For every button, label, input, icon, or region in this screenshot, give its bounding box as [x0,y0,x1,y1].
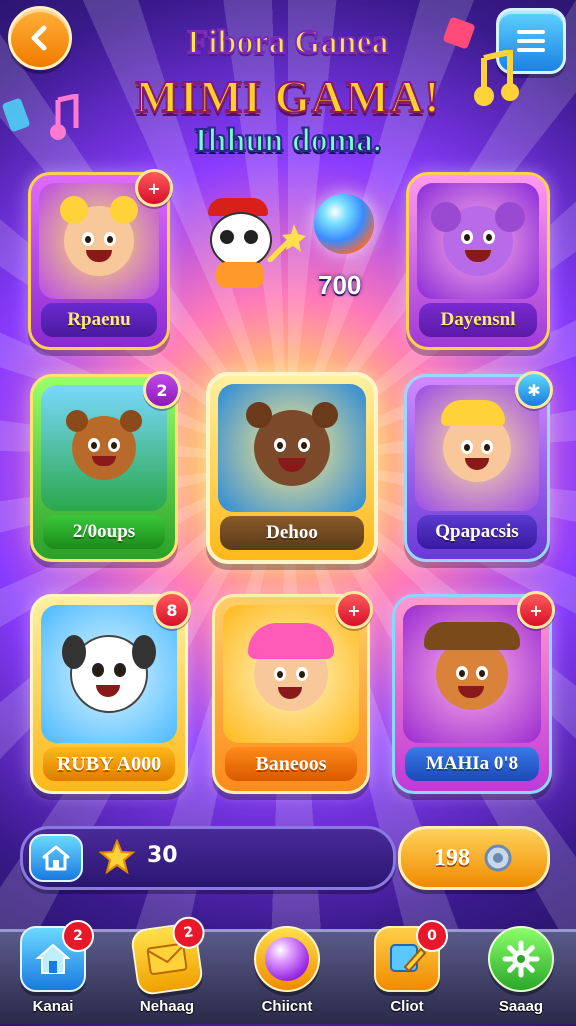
game-card-dayensnl[interactable]: Dayensnl [406,172,550,350]
home-icon [42,845,70,871]
bonus-orb[interactable] [314,194,374,254]
game-card-dehoo[interactable]: Dehoo [206,372,378,564]
nav-item-saaag[interactable]: Saaag [476,926,566,1026]
card-label: Dehoo [220,516,364,550]
card-label: MAHIa 0'8 [405,747,539,781]
game-card-baneoos[interactable]: Baneoos + [212,591,373,794]
card-artwork [403,605,541,743]
character-face [66,410,142,480]
nav-item-cliot[interactable]: 0 Cliot [362,920,452,1026]
character-face [431,202,525,276]
character-face [248,623,334,711]
character-face [441,400,511,482]
card-label: RUBY A000 [43,747,175,781]
nav-badge: 2 [62,920,94,952]
coin-counter[interactable]: 198 [398,826,550,890]
nav-badge: 0 [416,920,448,952]
card-badge: 2 [143,371,181,409]
card-artwork [417,183,539,299]
nav-label: Cliot [390,998,424,1015]
card-label: Dayensnl [419,303,537,337]
nav-item-kanai[interactable]: 2 Kanai [8,920,98,1026]
bottom-navigation: 2 Kanai 2 Nehaag Chiicnt 0 Cliot Saaag [0,914,576,1026]
nav-item-nehaag[interactable]: 2 Nehaag [122,914,212,1026]
card-badge: 8 [153,591,191,629]
resource-bar: 30 [20,826,396,890]
purple-orb-icon [265,937,309,981]
game-card-ruby-a000[interactable]: RUBY A000 8 [30,591,191,794]
nav-label: Kanai [32,998,74,1015]
card-label: Rpaenu [41,303,157,337]
card-badge: + [517,591,555,629]
card-badge: + [335,591,373,629]
settings-gear-icon [502,940,540,978]
featured-score: 700 [318,270,362,300]
nav-label: Nehaag [139,998,195,1015]
music-note-icon [474,50,519,106]
star-icon [99,839,135,875]
magic-wand-icon [267,224,306,262]
character-face [424,622,520,710]
star-count: 30 [147,843,178,868]
character-face [60,196,138,276]
nav-label: Saaag [498,998,544,1015]
card-label: 2/0oups [43,515,165,549]
card-label: Baneoos [225,747,357,781]
nav-label: Chiicnt [261,998,313,1015]
game-card-2-0oups[interactable]: 2/0oups 2 [30,371,181,562]
character-face [62,635,156,713]
card-artwork [223,605,359,743]
home-button[interactable] [29,834,83,882]
game-title-line3: Ihhun doma. [193,121,382,160]
game-card-mahia[interactable]: MAHIa 0'8 + [392,591,555,794]
music-note-icon [50,94,79,140]
game-card-rpaenu[interactable]: Rpaenu + [28,169,173,350]
card-badge: + [135,169,173,207]
character-face [246,402,338,486]
game-card-qpapacsis[interactable]: Qpapacsis ✱ [404,371,553,562]
card-artwork [41,605,177,743]
card-badge: ✱ [515,371,553,409]
card-label: Qpapacsis [417,515,537,549]
gear-coin-icon [484,844,512,872]
nav-item-chiicnt[interactable]: Chiicnt [242,926,332,1026]
card-artwork [218,384,366,512]
coin-count: 198 [434,844,470,871]
